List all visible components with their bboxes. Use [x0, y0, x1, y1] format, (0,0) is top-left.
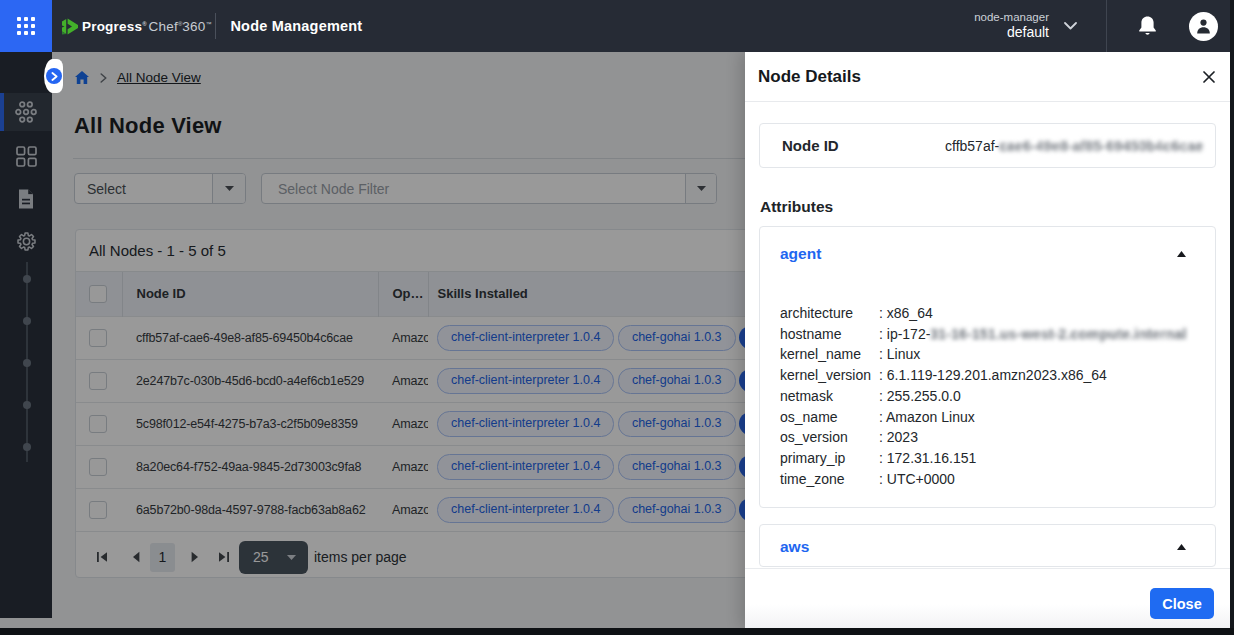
- agent-section: agent architecture: x86_64hostname: ip-1…: [759, 226, 1216, 508]
- chevron-down-icon[interactable]: [1064, 22, 1077, 30]
- node-id-field: Node ID cffb57af-cae6-49e8-af85-69450b4c…: [759, 123, 1216, 168]
- attribute-key: os_version: [780, 427, 879, 448]
- brand-logo: Progress® Chef®360™: [62, 18, 211, 35]
- close-icon: [1203, 71, 1215, 83]
- attribute-row: architecture: x86_64: [780, 303, 1195, 324]
- top-bar: Progress® Chef®360™ Node Management node…: [0, 0, 1234, 52]
- org-name: default: [1007, 24, 1049, 42]
- app-title: Node Management: [230, 18, 362, 34]
- attribute-value: : 2023: [879, 427, 918, 448]
- node-details-drawer: Node Details Node ID cffb57af-cae6-49e8-…: [745, 52, 1230, 628]
- attribute-row: kernel_version: 6.1.119-129.201.amzn2023…: [780, 365, 1195, 386]
- user-menu-button[interactable]: [1189, 12, 1218, 41]
- drawer-footer: Close: [745, 568, 1230, 628]
- attribute-row: os_version: 2023: [780, 427, 1195, 448]
- window-border-right: [1230, 0, 1234, 635]
- attribute-row: kernel_name: Linux: [780, 344, 1195, 365]
- attribute-key: architecture: [780, 303, 879, 324]
- attribute-key: netmask: [780, 386, 879, 407]
- agent-section-title: agent: [780, 245, 821, 263]
- notifications-button[interactable]: [1138, 16, 1157, 37]
- attribute-value: : Amazon Linux: [879, 407, 975, 428]
- app-window: Progress® Chef®360™ Node Management node…: [0, 0, 1234, 635]
- redacted-text: cae6-49e8-af85-69450b4c6cae: [999, 138, 1203, 154]
- person-icon: [1196, 18, 1211, 34]
- sidebar-expander: [44, 59, 63, 93]
- waffle-icon: [17, 17, 35, 35]
- org-switcher[interactable]: node-manager default: [974, 10, 1049, 42]
- agent-attributes: architecture: x86_64hostname: ip-172-31-…: [780, 303, 1195, 507]
- topbar-divider-2: [1106, 0, 1107, 52]
- attribute-row: os_name: Amazon Linux: [780, 407, 1195, 428]
- expand-sidebar-button[interactable]: [46, 68, 62, 84]
- close-drawer-button[interactable]: [1201, 69, 1217, 85]
- window-border-bottom: [0, 628, 1234, 635]
- attribute-key: kernel_version: [780, 365, 879, 386]
- modal-overlay[interactable]: [0, 52, 745, 628]
- attribute-key: os_name: [780, 407, 879, 428]
- redacted-text: 31-16-151.us-west-2.compute.internal: [930, 326, 1186, 342]
- app-launcher-button[interactable]: [0, 0, 52, 52]
- attribute-row: hostname: ip-172-31-16-151.us-west-2.com…: [780, 324, 1195, 345]
- attribute-row: primary_ip: 172.31.16.151: [780, 448, 1195, 469]
- attribute-key: hostname: [780, 324, 879, 345]
- aws-section: aws: [759, 524, 1216, 567]
- attribute-row: netmask: 255.255.0.0: [780, 386, 1195, 407]
- aws-section-title: aws: [780, 538, 809, 556]
- attribute-row: time_zone: UTC+0000: [780, 469, 1195, 490]
- attribute-key: primary_ip: [780, 448, 879, 469]
- attribute-value: : ip-172-31-16-151.us-west-2.compute.int…: [879, 324, 1187, 345]
- drawer-title: Node Details: [758, 67, 861, 87]
- org-role-label: node-manager: [974, 10, 1049, 24]
- attribute-key: kernel_name: [780, 344, 879, 365]
- node-id-value: cffb57af-cae6-49e8-af85-69450b4c6cae: [945, 138, 1203, 154]
- attribute-value: : 172.31.16.151: [879, 448, 976, 469]
- brand-chef360: Chef®360™: [149, 19, 212, 34]
- aws-section-header[interactable]: aws: [760, 525, 1215, 556]
- attributes-label: Attributes: [760, 198, 1216, 216]
- drawer-header: Node Details: [745, 52, 1230, 102]
- brand-progress: Progress®: [82, 19, 147, 34]
- attribute-key: time_zone: [780, 469, 879, 490]
- progress-logo-icon: [62, 18, 78, 35]
- attribute-value: : UTC+0000: [879, 469, 955, 490]
- chevron-right-icon: [51, 72, 58, 81]
- topbar-divider: [215, 13, 216, 39]
- attribute-value: : 255.255.0.0: [879, 386, 961, 407]
- attribute-value: : x86_64: [879, 303, 933, 324]
- collapse-icon[interactable]: [1177, 251, 1186, 257]
- attribute-value: : 6.1.119-129.201.amzn2023.x86_64: [879, 365, 1107, 386]
- attribute-value: : Linux: [879, 344, 920, 365]
- close-button[interactable]: Close: [1150, 588, 1214, 619]
- agent-section-header[interactable]: agent: [760, 227, 1215, 263]
- node-id-label: Node ID: [782, 137, 839, 154]
- drawer-body: Node ID cffb57af-cae6-49e8-af85-69450b4c…: [745, 102, 1230, 568]
- collapse-icon[interactable]: [1177, 544, 1186, 550]
- bell-icon: [1138, 16, 1157, 37]
